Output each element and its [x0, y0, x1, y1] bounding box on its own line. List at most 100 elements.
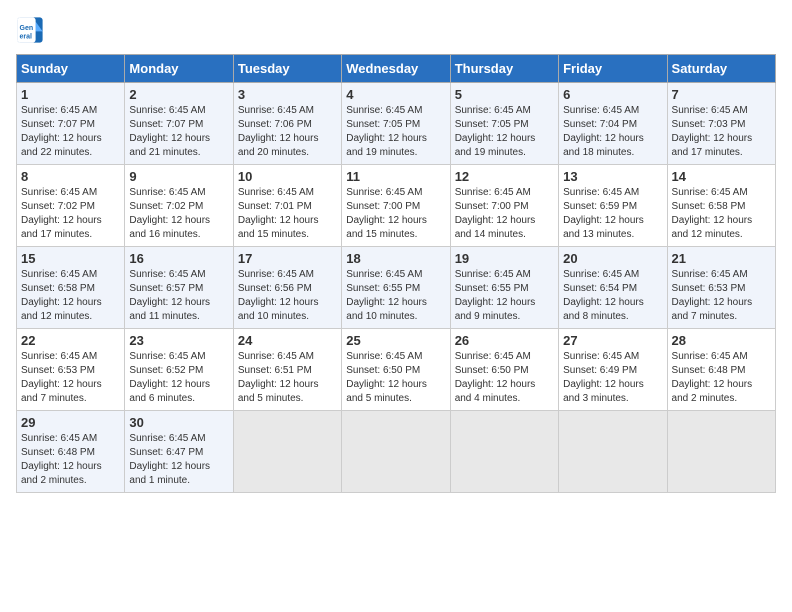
calendar-cell: 28 Sunrise: 6:45 AMSunset: 6:48 PMDaylig…	[667, 329, 775, 411]
day-number: 4	[346, 87, 445, 102]
day-info: Sunrise: 6:45 AMSunset: 7:03 PMDaylight:…	[672, 104, 771, 160]
day-info: Sunrise: 6:45 AMSunset: 6:58 PMDaylight:…	[21, 268, 120, 324]
calendar-cell: 11 Sunrise: 6:45 AMSunset: 7:00 PMDaylig…	[342, 165, 450, 247]
calendar-cell: 20 Sunrise: 6:45 AMSunset: 6:54 PMDaylig…	[559, 247, 667, 329]
calendar-cell: 16 Sunrise: 6:45 AMSunset: 6:57 PMDaylig…	[125, 247, 233, 329]
day-number: 30	[129, 415, 228, 430]
calendar-cell: 1 Sunrise: 6:45 AMSunset: 7:07 PMDayligh…	[17, 83, 125, 165]
day-info: Sunrise: 6:45 AMSunset: 6:52 PMDaylight:…	[129, 350, 228, 406]
day-info: Sunrise: 6:45 AMSunset: 6:55 PMDaylight:…	[346, 268, 445, 324]
calendar-week-row: 29 Sunrise: 6:45 AMSunset: 6:48 PMDaylig…	[17, 411, 776, 493]
weekday-header: Tuesday	[233, 55, 341, 83]
day-info: Sunrise: 6:45 AMSunset: 6:50 PMDaylight:…	[455, 350, 554, 406]
day-info: Sunrise: 6:45 AMSunset: 6:54 PMDaylight:…	[563, 268, 662, 324]
day-info: Sunrise: 6:45 AMSunset: 6:55 PMDaylight:…	[455, 268, 554, 324]
calendar-cell: 19 Sunrise: 6:45 AMSunset: 6:55 PMDaylig…	[450, 247, 558, 329]
calendar-cell: 23 Sunrise: 6:45 AMSunset: 6:52 PMDaylig…	[125, 329, 233, 411]
calendar-cell: 15 Sunrise: 6:45 AMSunset: 6:58 PMDaylig…	[17, 247, 125, 329]
calendar-table: SundayMondayTuesdayWednesdayThursdayFrid…	[16, 54, 776, 493]
day-number: 25	[346, 333, 445, 348]
calendar-cell	[667, 411, 775, 493]
day-info: Sunrise: 6:45 AMSunset: 7:02 PMDaylight:…	[129, 186, 228, 242]
day-number: 13	[563, 169, 662, 184]
day-number: 7	[672, 87, 771, 102]
day-info: Sunrise: 6:45 AMSunset: 6:48 PMDaylight:…	[672, 350, 771, 406]
day-info: Sunrise: 6:45 AMSunset: 6:50 PMDaylight:…	[346, 350, 445, 406]
page-header: Gen eral	[16, 16, 776, 44]
day-info: Sunrise: 6:45 AMSunset: 7:07 PMDaylight:…	[21, 104, 120, 160]
day-info: Sunrise: 6:45 AMSunset: 7:06 PMDaylight:…	[238, 104, 337, 160]
day-number: 24	[238, 333, 337, 348]
calendar-cell: 2 Sunrise: 6:45 AMSunset: 7:07 PMDayligh…	[125, 83, 233, 165]
calendar-cell: 29 Sunrise: 6:45 AMSunset: 6:48 PMDaylig…	[17, 411, 125, 493]
day-number: 9	[129, 169, 228, 184]
calendar-week-row: 8 Sunrise: 6:45 AMSunset: 7:02 PMDayligh…	[17, 165, 776, 247]
calendar-week-row: 1 Sunrise: 6:45 AMSunset: 7:07 PMDayligh…	[17, 83, 776, 165]
calendar-cell: 22 Sunrise: 6:45 AMSunset: 6:53 PMDaylig…	[17, 329, 125, 411]
day-info: Sunrise: 6:45 AMSunset: 7:05 PMDaylight:…	[455, 104, 554, 160]
day-number: 29	[21, 415, 120, 430]
calendar-cell: 17 Sunrise: 6:45 AMSunset: 6:56 PMDaylig…	[233, 247, 341, 329]
day-number: 17	[238, 251, 337, 266]
calendar-cell: 10 Sunrise: 6:45 AMSunset: 7:01 PMDaylig…	[233, 165, 341, 247]
day-info: Sunrise: 6:45 AMSunset: 6:56 PMDaylight:…	[238, 268, 337, 324]
calendar-cell: 3 Sunrise: 6:45 AMSunset: 7:06 PMDayligh…	[233, 83, 341, 165]
day-number: 11	[346, 169, 445, 184]
weekday-header: Monday	[125, 55, 233, 83]
day-info: Sunrise: 6:45 AMSunset: 7:02 PMDaylight:…	[21, 186, 120, 242]
day-number: 6	[563, 87, 662, 102]
day-number: 27	[563, 333, 662, 348]
day-info: Sunrise: 6:45 AMSunset: 6:53 PMDaylight:…	[21, 350, 120, 406]
day-number: 12	[455, 169, 554, 184]
calendar-cell: 26 Sunrise: 6:45 AMSunset: 6:50 PMDaylig…	[450, 329, 558, 411]
day-number: 26	[455, 333, 554, 348]
calendar-cell: 9 Sunrise: 6:45 AMSunset: 7:02 PMDayligh…	[125, 165, 233, 247]
calendar-cell: 7 Sunrise: 6:45 AMSunset: 7:03 PMDayligh…	[667, 83, 775, 165]
logo: Gen eral	[16, 16, 48, 44]
day-info: Sunrise: 6:45 AMSunset: 6:51 PMDaylight:…	[238, 350, 337, 406]
day-number: 23	[129, 333, 228, 348]
calendar-cell: 6 Sunrise: 6:45 AMSunset: 7:04 PMDayligh…	[559, 83, 667, 165]
logo-icon: Gen eral	[16, 16, 44, 44]
day-info: Sunrise: 6:45 AMSunset: 7:07 PMDaylight:…	[129, 104, 228, 160]
calendar-week-row: 15 Sunrise: 6:45 AMSunset: 6:58 PMDaylig…	[17, 247, 776, 329]
svg-text:eral: eral	[20, 33, 33, 40]
day-number: 3	[238, 87, 337, 102]
calendar-cell: 5 Sunrise: 6:45 AMSunset: 7:05 PMDayligh…	[450, 83, 558, 165]
day-info: Sunrise: 6:45 AMSunset: 6:59 PMDaylight:…	[563, 186, 662, 242]
day-number: 21	[672, 251, 771, 266]
day-number: 2	[129, 87, 228, 102]
day-info: Sunrise: 6:45 AMSunset: 6:47 PMDaylight:…	[129, 432, 228, 488]
day-number: 18	[346, 251, 445, 266]
day-info: Sunrise: 6:45 AMSunset: 6:49 PMDaylight:…	[563, 350, 662, 406]
day-info: Sunrise: 6:45 AMSunset: 7:04 PMDaylight:…	[563, 104, 662, 160]
svg-text:Gen: Gen	[20, 25, 34, 32]
day-info: Sunrise: 6:45 AMSunset: 7:00 PMDaylight:…	[346, 186, 445, 242]
weekday-header: Thursday	[450, 55, 558, 83]
day-info: Sunrise: 6:45 AMSunset: 6:48 PMDaylight:…	[21, 432, 120, 488]
calendar-cell	[342, 411, 450, 493]
calendar-cell	[559, 411, 667, 493]
calendar-cell: 18 Sunrise: 6:45 AMSunset: 6:55 PMDaylig…	[342, 247, 450, 329]
day-info: Sunrise: 6:45 AMSunset: 6:58 PMDaylight:…	[672, 186, 771, 242]
day-info: Sunrise: 6:45 AMSunset: 7:00 PMDaylight:…	[455, 186, 554, 242]
day-info: Sunrise: 6:45 AMSunset: 6:53 PMDaylight:…	[672, 268, 771, 324]
day-number: 19	[455, 251, 554, 266]
weekday-header: Friday	[559, 55, 667, 83]
calendar-cell: 25 Sunrise: 6:45 AMSunset: 6:50 PMDaylig…	[342, 329, 450, 411]
day-number: 10	[238, 169, 337, 184]
weekday-header: Wednesday	[342, 55, 450, 83]
calendar-cell: 21 Sunrise: 6:45 AMSunset: 6:53 PMDaylig…	[667, 247, 775, 329]
weekday-header: Sunday	[17, 55, 125, 83]
calendar-cell: 14 Sunrise: 6:45 AMSunset: 6:58 PMDaylig…	[667, 165, 775, 247]
calendar-header-row: SundayMondayTuesdayWednesdayThursdayFrid…	[17, 55, 776, 83]
calendar-week-row: 22 Sunrise: 6:45 AMSunset: 6:53 PMDaylig…	[17, 329, 776, 411]
day-number: 14	[672, 169, 771, 184]
day-number: 16	[129, 251, 228, 266]
day-number: 5	[455, 87, 554, 102]
day-number: 1	[21, 87, 120, 102]
calendar-cell	[450, 411, 558, 493]
day-number: 22	[21, 333, 120, 348]
calendar-cell: 24 Sunrise: 6:45 AMSunset: 6:51 PMDaylig…	[233, 329, 341, 411]
calendar-cell: 12 Sunrise: 6:45 AMSunset: 7:00 PMDaylig…	[450, 165, 558, 247]
